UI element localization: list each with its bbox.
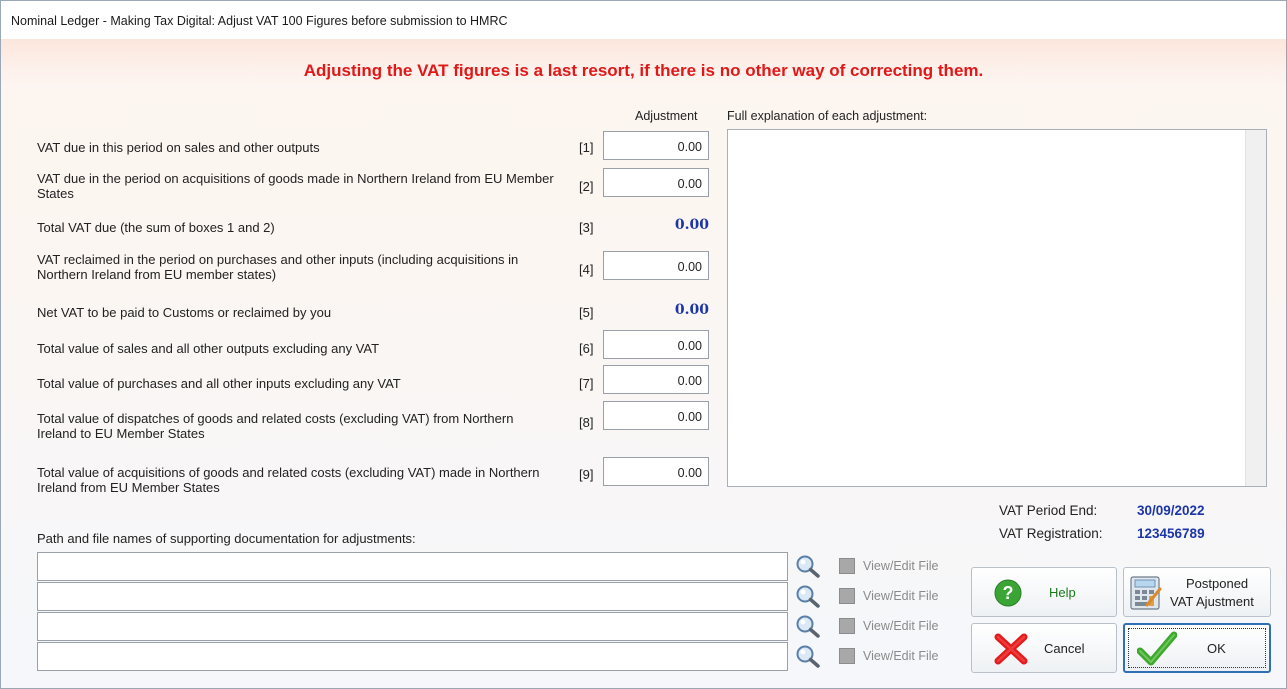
box3-label: Total VAT due (the sum of boxes 1 and 2)	[37, 220, 275, 235]
search-icon[interactable]	[794, 614, 822, 638]
svg-text:?: ?	[1003, 583, 1014, 603]
box6-adjustment-input[interactable]: 0.00	[603, 330, 709, 359]
box8-adjustment-input[interactable]: 0.00	[603, 401, 709, 430]
help-button[interactable]: ? Help	[971, 567, 1117, 617]
vat-period-end-value: 30/09/2022	[1137, 503, 1205, 518]
postponed-vat-adjustment-button[interactable]: Postponed VAT Ajustment	[1123, 567, 1271, 617]
ok-button-label: OK	[1207, 641, 1226, 656]
doc-path-input-2[interactable]	[37, 582, 788, 611]
box1-label: VAT due in this period on sales and othe…	[37, 140, 320, 155]
box4-label: VAT reclaimed in the period on purchases…	[37, 252, 519, 282]
view-edit-file-label: View/Edit File	[863, 559, 939, 573]
box8-number: [8]	[579, 415, 594, 430]
documentation-label: Path and file names of supporting docume…	[37, 531, 416, 546]
box4-adjustment-input[interactable]: 0.00	[603, 251, 709, 280]
box2-number: [2]	[579, 179, 594, 194]
box3-number: [3]	[579, 220, 594, 235]
title-bar: Nominal Ledger - Making Tax Digital: Adj…	[1, 1, 1286, 40]
box2-label: VAT due in the period on acquisitions of…	[37, 171, 554, 201]
vat-registration-value: 123456789	[1137, 526, 1205, 541]
help-icon: ?	[994, 579, 1022, 607]
checkmark-icon	[1137, 631, 1177, 666]
box5-net-value: 0.00	[674, 302, 709, 318]
vat-registration-label: VAT Registration:	[999, 526, 1103, 541]
cancel-button-label: Cancel	[1044, 641, 1085, 656]
explanation-header: Full explanation of each adjustment:	[727, 109, 928, 123]
adjustment-header: Adjustment	[635, 109, 698, 123]
box2-adjustment-input[interactable]: 0.00	[603, 168, 709, 197]
dialog-window: Nominal Ledger - Making Tax Digital: Adj…	[0, 0, 1287, 689]
file-icon	[839, 558, 855, 574]
postponed-label-line2: VAT Ajustment	[1170, 594, 1254, 609]
window-title: Nominal Ledger - Making Tax Digital: Adj…	[11, 14, 508, 28]
search-icon[interactable]	[794, 584, 822, 608]
view-edit-file-label: View/Edit File	[863, 619, 939, 633]
view-edit-file-label: View/Edit File	[863, 589, 939, 603]
box5-number: [5]	[579, 305, 594, 320]
box7-label: Total value of purchases and all other i…	[37, 376, 401, 391]
warning-message: Adjusting the VAT figures is a last reso…	[303, 61, 984, 80]
box8-label: Total value of dispatches of goods and r…	[37, 411, 514, 441]
box3-total-value: 0.00	[674, 217, 709, 233]
calculator-icon	[1130, 576, 1162, 610]
file-icon	[839, 618, 855, 634]
box9-adjustment-input[interactable]: 0.00	[603, 457, 709, 486]
box7-adjustment-input[interactable]: 0.00	[603, 365, 709, 394]
explanation-textarea[interactable]	[727, 129, 1267, 487]
box6-label: Total value of sales and all other outpu…	[37, 341, 380, 356]
cancel-x-icon	[994, 633, 1028, 665]
box1-adjustment-input[interactable]: 0.00	[603, 131, 709, 160]
file-icon	[839, 648, 855, 664]
doc-path-input-4[interactable]	[37, 642, 788, 671]
box9-label: Total value of acquisitions of goods and…	[37, 465, 540, 495]
box9-number: [9]	[579, 467, 594, 482]
box1-number: [1]	[579, 140, 594, 155]
box6-number: [6]	[579, 341, 594, 356]
box4-number: [4]	[579, 262, 594, 277]
cancel-button[interactable]: Cancel	[971, 623, 1117, 673]
box7-number: [7]	[579, 376, 594, 391]
search-icon[interactable]	[794, 554, 822, 578]
doc-path-input-1[interactable]	[37, 552, 788, 581]
search-icon[interactable]	[794, 644, 822, 668]
ok-button[interactable]: OK	[1123, 623, 1271, 673]
file-icon	[839, 588, 855, 604]
doc-path-input-3[interactable]	[37, 612, 788, 641]
vat-period-end-label: VAT Period End:	[999, 503, 1098, 518]
postponed-label-line1: Postponed	[1186, 576, 1249, 591]
help-button-label: Help	[1049, 585, 1076, 600]
box5-label: Net VAT to be paid to Customs or reclaim…	[37, 305, 332, 320]
view-edit-file-label: View/Edit File	[863, 649, 939, 663]
explanation-scrollbar[interactable]	[1245, 130, 1266, 486]
